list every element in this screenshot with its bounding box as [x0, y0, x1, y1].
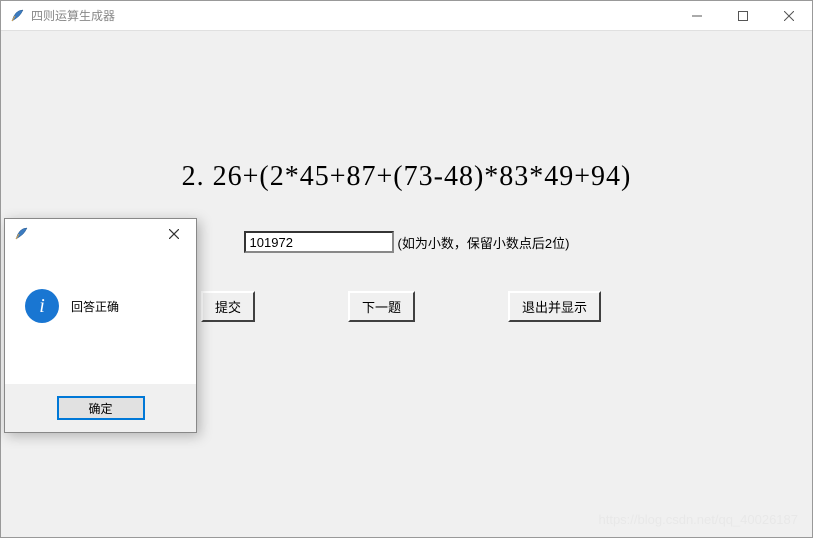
question-text: 2. 26+(2*45+87+(73-48)*83*49+94): [1, 161, 812, 193]
maximize-button[interactable]: [720, 1, 766, 31]
dialog-close-button[interactable]: [151, 219, 196, 249]
message-dialog: i 回答正确 确定: [4, 218, 197, 433]
info-icon: i: [25, 289, 59, 323]
window-controls: [674, 1, 812, 31]
dialog-message: 回答正确: [71, 298, 119, 315]
titlebar: 四则运算生成器: [1, 1, 812, 31]
close-button[interactable]: [766, 1, 812, 31]
minimize-button[interactable]: [674, 1, 720, 31]
watermark: https://blog.csdn.net/qq_40026187: [599, 512, 799, 527]
answer-hint: (如为小数，保留小数点后2位): [398, 233, 570, 252]
dialog-titlebar: [5, 219, 196, 249]
window-title: 四则运算生成器: [31, 7, 115, 24]
dialog-footer: 确定: [5, 384, 196, 432]
dialog-body: i 回答正确: [5, 249, 196, 343]
dialog-app-icon: [13, 226, 29, 242]
dialog-ok-button[interactable]: 确定: [57, 396, 145, 420]
submit-button[interactable]: 提交: [201, 291, 255, 322]
app-icon: [9, 8, 25, 24]
button-row: 提交 下一题 退出并显示: [201, 291, 601, 322]
exit-button[interactable]: 退出并显示: [508, 291, 601, 322]
next-button[interactable]: 下一题: [348, 291, 415, 322]
answer-input[interactable]: [244, 231, 394, 253]
